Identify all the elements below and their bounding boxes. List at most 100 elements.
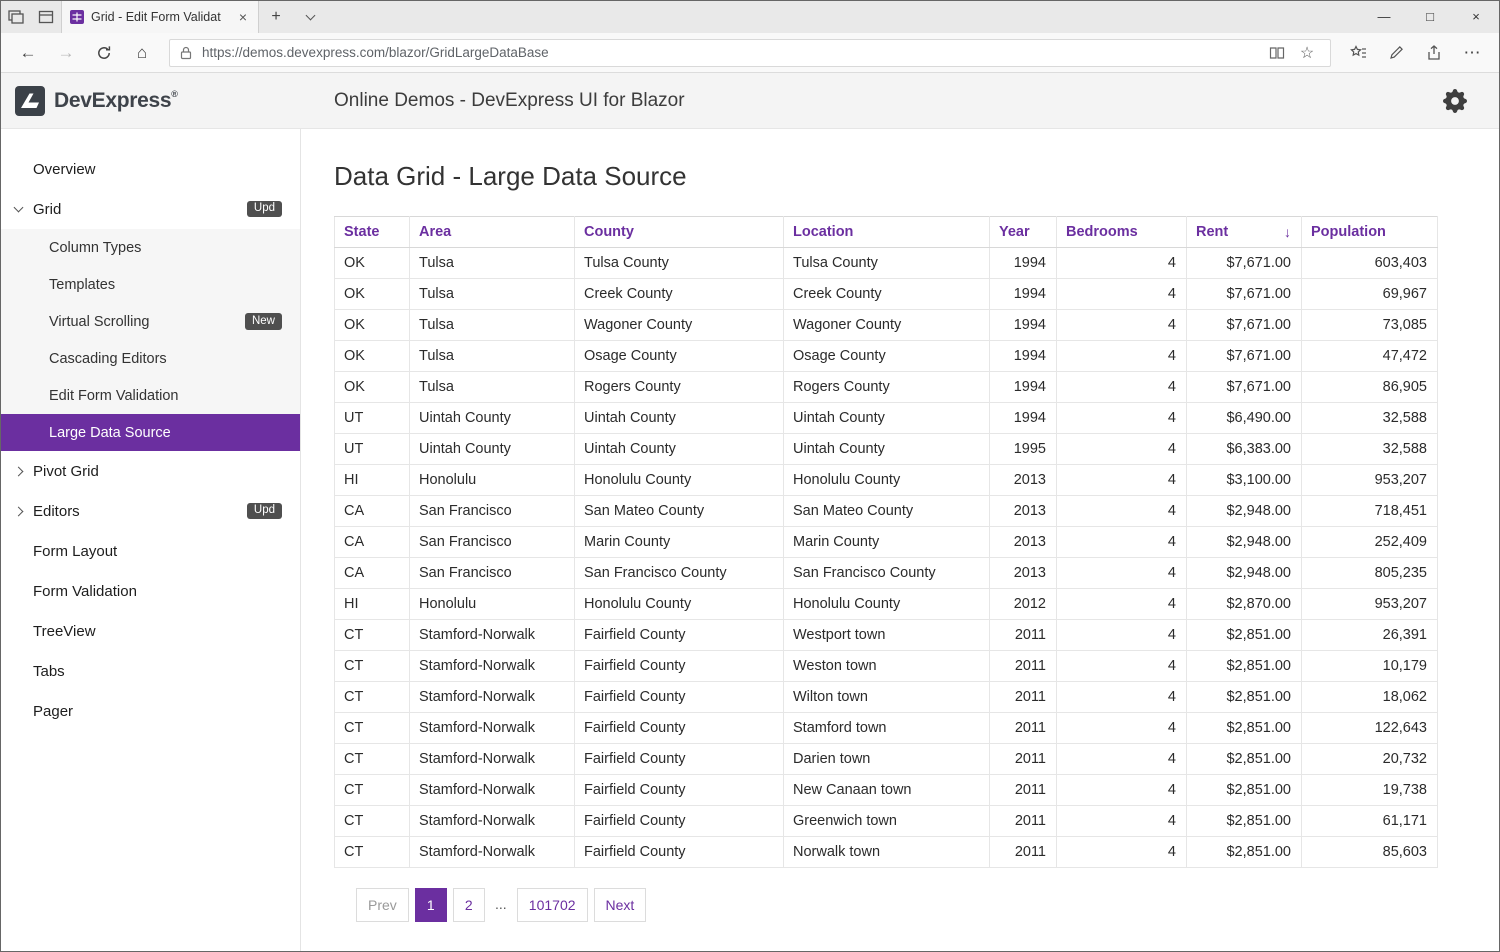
- cell-area: Tulsa: [410, 279, 575, 310]
- column-header-location[interactable]: Location: [784, 217, 990, 248]
- devexpress-logo[interactable]: DevExpress®: [15, 86, 178, 116]
- pager-next[interactable]: Next: [594, 888, 647, 922]
- refresh-icon[interactable]: [85, 45, 123, 61]
- back-icon[interactable]: ←: [9, 43, 47, 63]
- forward-icon[interactable]: →: [47, 43, 85, 63]
- favorites-hub-icon[interactable]: [1339, 45, 1377, 60]
- gear-icon[interactable]: [1443, 89, 1467, 113]
- column-header-year[interactable]: Year: [990, 217, 1057, 248]
- cell-state: CT: [335, 682, 410, 713]
- cell-area: Stamford-Norwalk: [410, 806, 575, 837]
- cell-location: Creek County: [784, 279, 990, 310]
- table-row: CTStamford-NorwalkFairfield CountyDarien…: [335, 744, 1438, 775]
- cell-year: 1994: [990, 403, 1057, 434]
- sidebar-item-templates[interactable]: Templates: [1, 266, 300, 303]
- column-header-rent[interactable]: Rent↓: [1187, 217, 1302, 248]
- cell-state: UT: [335, 434, 410, 465]
- favorite-star-icon[interactable]: ☆: [1292, 43, 1322, 63]
- table-row: CTStamford-NorwalkFairfield CountyStamfo…: [335, 713, 1438, 744]
- home-icon[interactable]: ⌂: [123, 43, 161, 63]
- tab-close-icon[interactable]: ×: [236, 9, 250, 25]
- cell-year: 1994: [990, 310, 1057, 341]
- sidebar-item-tabs[interactable]: Tabs: [1, 651, 300, 691]
- browser-tab[interactable]: Grid - Edit Form Validat ×: [61, 1, 259, 33]
- sidebar-item-label: Pager: [33, 703, 73, 720]
- address-bar[interactable]: https://demos.devexpress.com/blazor/Grid…: [169, 39, 1331, 67]
- sidebar-item-editors[interactable]: EditorsUpd: [1, 491, 300, 531]
- cell-area: Tulsa: [410, 372, 575, 403]
- status-badge: Upd: [247, 503, 282, 520]
- cell-year: 1994: [990, 279, 1057, 310]
- cell-year: 2012: [990, 589, 1057, 620]
- sidebar-item-cascading-editors[interactable]: Cascading Editors: [1, 340, 300, 377]
- reading-view-icon[interactable]: [1262, 46, 1292, 60]
- pager-1[interactable]: 1: [415, 888, 447, 922]
- sidebar-item-edit-form-validation[interactable]: Edit Form Validation: [1, 377, 300, 414]
- cell-area: Tulsa: [410, 341, 575, 372]
- sidebar-item-pivot-grid[interactable]: Pivot Grid: [1, 451, 300, 491]
- cell-county: Fairfield County: [575, 775, 784, 806]
- cell-rent: $2,851.00: [1187, 744, 1302, 775]
- pager-[interactable]: ...: [491, 888, 511, 922]
- cell-year: 2013: [990, 496, 1057, 527]
- cell-state: OK: [335, 310, 410, 341]
- browser-toolbar: ← → ⌂ https://demos.devexpress.com/blazo…: [1, 33, 1499, 73]
- cell-year: 1994: [990, 248, 1057, 279]
- sidebar-item-column-types[interactable]: Column Types: [1, 229, 300, 266]
- maximize-button[interactable]: □: [1407, 1, 1453, 33]
- cell-population: 10,179: [1302, 651, 1438, 682]
- tab-list-chevron-icon[interactable]: [293, 1, 327, 33]
- sidebar-item-pager[interactable]: Pager: [1, 691, 300, 731]
- share-icon[interactable]: [1415, 45, 1453, 61]
- sidebar-item-label: Pivot Grid: [33, 463, 99, 480]
- chevron-slot: [15, 508, 33, 515]
- cell-location: Westport town: [784, 620, 990, 651]
- tab-preview-icon[interactable]: [1, 1, 31, 33]
- column-header-area[interactable]: Area: [410, 217, 575, 248]
- more-menu-icon[interactable]: ⋯: [1453, 43, 1491, 63]
- new-tab-button[interactable]: +: [259, 1, 293, 33]
- cell-county: San Mateo County: [575, 496, 784, 527]
- minimize-button[interactable]: —: [1361, 1, 1407, 33]
- cell-area: Stamford-Norwalk: [410, 744, 575, 775]
- cell-population: 20,732: [1302, 744, 1438, 775]
- cell-bedrooms: 4: [1057, 465, 1187, 496]
- chevron-down-icon: [14, 203, 24, 213]
- sidebar-item-overview[interactable]: Overview: [1, 149, 300, 189]
- window-close-button[interactable]: ×: [1453, 1, 1499, 33]
- sidebar-item-virtual-scrolling[interactable]: Virtual ScrollingNew: [1, 303, 300, 340]
- pager-101702[interactable]: 101702: [517, 888, 588, 922]
- pager-2[interactable]: 2: [453, 888, 485, 922]
- tabs-set-aside-icon[interactable]: [31, 1, 61, 33]
- column-header-population[interactable]: Population: [1302, 217, 1438, 248]
- sidebar-item-label: Overview: [33, 161, 96, 178]
- sidebar-item-form-validation[interactable]: Form Validation: [1, 571, 300, 611]
- url-text[interactable]: https://demos.devexpress.com/blazor/Grid…: [202, 45, 1262, 60]
- column-header-state[interactable]: State: [335, 217, 410, 248]
- sidebar-group: Column TypesTemplatesVirtual ScrollingNe…: [1, 229, 300, 451]
- cell-state: CA: [335, 558, 410, 589]
- cell-area: San Francisco: [410, 558, 575, 589]
- annotate-pen-icon[interactable]: [1377, 45, 1415, 60]
- sidebar-item-form-layout[interactable]: Form Layout: [1, 531, 300, 571]
- grid-body: OKTulsaTulsa CountyTulsa County19944$7,6…: [335, 248, 1438, 868]
- status-badge: New: [245, 313, 282, 330]
- column-header-county[interactable]: County: [575, 217, 784, 248]
- cell-area: Uintah County: [410, 403, 575, 434]
- sidebar-item-label: Grid: [33, 201, 61, 218]
- browser-window: Grid - Edit Form Validat × + — □ × ← → ⌂…: [0, 0, 1500, 952]
- chevron-slot: [15, 468, 33, 475]
- sidebar-item-grid[interactable]: GridUpd: [1, 189, 300, 229]
- sidebar-item-label: Large Data Source: [49, 425, 171, 441]
- column-header-bedrooms[interactable]: Bedrooms: [1057, 217, 1187, 248]
- cell-bedrooms: 4: [1057, 248, 1187, 279]
- cell-rent: $2,851.00: [1187, 713, 1302, 744]
- cell-year: 2011: [990, 744, 1057, 775]
- cell-area: San Francisco: [410, 496, 575, 527]
- sidebar-item-large-data-source[interactable]: Large Data Source: [1, 414, 300, 451]
- cell-area: Stamford-Norwalk: [410, 775, 575, 806]
- sidebar-item-treeview[interactable]: TreeView: [1, 611, 300, 651]
- app-title: Online Demos - DevExpress UI for Blazor: [334, 90, 685, 112]
- cell-year: 2011: [990, 775, 1057, 806]
- table-row: HIHonoluluHonolulu CountyHonolulu County…: [335, 589, 1438, 620]
